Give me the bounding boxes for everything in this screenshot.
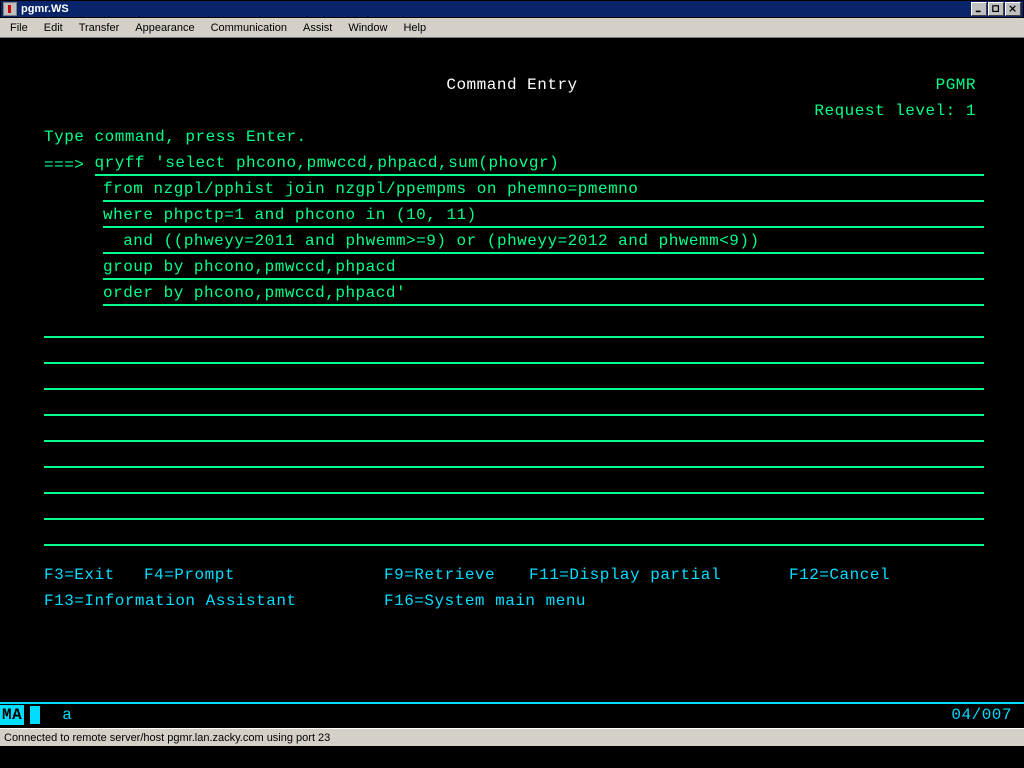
- fkey-f4: F4=Prompt: [144, 566, 384, 592]
- operator-information-area: MA a 04/007: [0, 702, 1024, 726]
- request-label: Request level:: [814, 102, 955, 120]
- minimize-button[interactable]: [971, 2, 987, 16]
- command-line-empty[interactable]: [44, 472, 984, 494]
- oia-a: a: [62, 706, 72, 724]
- oia-ma: MA: [0, 705, 24, 725]
- menu-edit[interactable]: Edit: [36, 20, 71, 36]
- menu-help[interactable]: Help: [395, 20, 434, 36]
- command-line-empty[interactable]: [44, 316, 984, 338]
- window-title: pgmr.WS: [21, 3, 69, 15]
- menubar: File Edit Transfer Appearance Communicat…: [0, 18, 1024, 38]
- fkey-f16: F16=System main menu: [384, 592, 586, 618]
- menu-file[interactable]: File: [2, 20, 36, 36]
- command-line-empty[interactable]: [44, 368, 984, 390]
- menu-window[interactable]: Window: [340, 20, 395, 36]
- window-titlebar: pgmr.WS: [0, 0, 1024, 18]
- maximize-button[interactable]: [988, 2, 1004, 16]
- command-line-6[interactable]: order by phcono,pmwccd,phpacd': [103, 284, 984, 306]
- app-icon: [3, 2, 17, 16]
- fkey-f12: F12=Cancel: [789, 566, 890, 592]
- command-line-2[interactable]: from nzgpl/pphist join nzgpl/ppempms on …: [103, 180, 984, 202]
- command-prompt: ===>: [44, 156, 84, 176]
- connection-status: Connected to remote server/host pgmr.lan…: [4, 732, 330, 744]
- fkey-f11: F11=Display partial: [529, 566, 789, 592]
- command-line-empty[interactable]: [44, 342, 984, 364]
- request-value: 1: [966, 102, 976, 120]
- menu-communication[interactable]: Communication: [203, 20, 295, 36]
- screen-title: Command Entry: [446, 76, 577, 94]
- cursor-position: 04/007: [951, 706, 1012, 724]
- command-line-empty[interactable]: [44, 394, 984, 416]
- menu-assist[interactable]: Assist: [295, 20, 340, 36]
- close-button[interactable]: [1005, 2, 1021, 16]
- command-line-empty[interactable]: [44, 524, 984, 546]
- statusbar: Connected to remote server/host pgmr.lan…: [0, 728, 1024, 746]
- command-line-empty[interactable]: [44, 446, 984, 468]
- command-line-empty[interactable]: [44, 498, 984, 520]
- instruction-text: Type command, press Enter.: [4, 124, 1020, 150]
- user-id: PGMR: [936, 76, 976, 94]
- menu-appearance[interactable]: Appearance: [127, 20, 202, 36]
- fkey-f3: F3=Exit: [44, 566, 144, 592]
- command-line-1[interactable]: qryff 'select phcono,pmwccd,phpacd,sum(p…: [95, 154, 984, 176]
- fkey-f9: F9=Retrieve: [384, 566, 529, 592]
- menu-transfer[interactable]: Transfer: [71, 20, 128, 36]
- oia-cursor-icon: [30, 706, 40, 724]
- terminal-screen[interactable]: Command Entry PGMR Request level: 1 Type…: [0, 38, 1024, 728]
- fkey-f13: F13=Information Assistant: [44, 592, 384, 618]
- command-line-3[interactable]: where phpctp=1 and phcono in (10, 11): [103, 206, 984, 228]
- command-line-4[interactable]: and ((phweyy=2011 and phwemm>=9) or (phw…: [103, 232, 984, 254]
- command-line-5[interactable]: group by phcono,pmwccd,phpacd: [103, 258, 984, 280]
- command-line-empty[interactable]: [44, 420, 984, 442]
